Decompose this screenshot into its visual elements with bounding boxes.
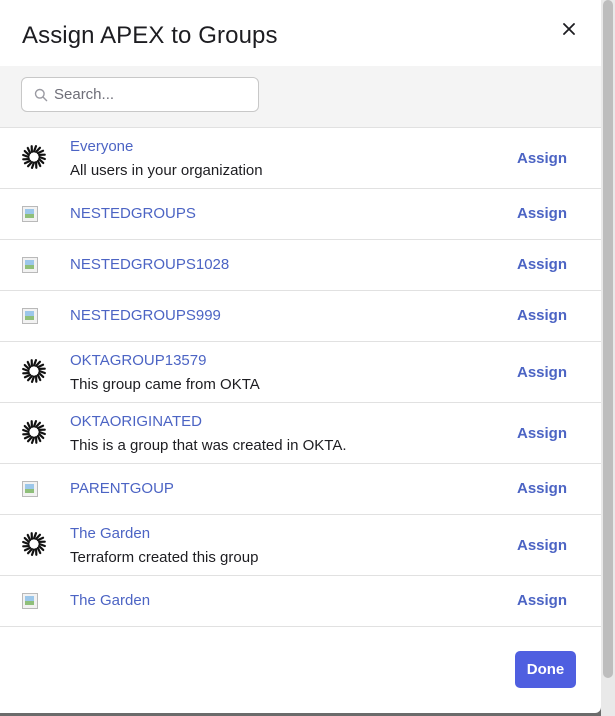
okta-sunburst-icon <box>22 145 46 174</box>
assign-button[interactable]: Assign <box>517 205 567 222</box>
group-row: NESTEDGROUPS1028 Assign <box>0 240 601 291</box>
group-row: NESTEDGROUPS Assign <box>0 189 601 240</box>
assign-button[interactable]: Assign <box>517 256 567 273</box>
group-name-link[interactable]: Everyone <box>70 138 133 155</box>
search-box[interactable] <box>21 77 259 112</box>
group-row: OKTAORIGINATED This is a group that was c… <box>0 403 601 464</box>
group-name-link[interactable]: NESTEDGROUPS1028 <box>70 256 229 273</box>
group-name-link[interactable]: OKTAGROUP13579 <box>70 352 206 369</box>
dialog-title: Assign APEX to Groups <box>22 22 278 49</box>
group-row: The Garden Terraform created this group As… <box>0 515 601 576</box>
scrollbar-thumb[interactable] <box>603 0 613 678</box>
assign-groups-dialog: Assign APEX to Groups Everyone All users … <box>0 0 601 713</box>
group-description: Terraform created this group <box>70 549 259 566</box>
group-name-link[interactable]: PARENTGOUP <box>70 480 174 497</box>
search-band <box>0 66 601 128</box>
group-name-link[interactable]: The Garden <box>70 592 150 609</box>
assign-button[interactable]: Assign <box>517 425 567 442</box>
group-row: NESTEDGROUPS999 Assign <box>0 291 601 342</box>
group-description: All users in your organization <box>70 162 263 179</box>
done-button[interactable]: Done <box>515 651 576 688</box>
broken-image-icon <box>22 481 38 497</box>
assign-button[interactable]: Assign <box>517 480 567 497</box>
group-row: OKTAGROUP13579 This group came from OKTA A… <box>0 342 601 403</box>
assign-button[interactable]: Assign <box>517 307 567 324</box>
group-list: Everyone All users in your organization As… <box>0 128 601 627</box>
okta-sunburst-icon <box>22 359 46 388</box>
close-button[interactable] <box>558 18 580 40</box>
dialog-header: Assign APEX to Groups <box>0 0 601 66</box>
group-name-link[interactable]: NESTEDGROUPS <box>70 205 196 222</box>
broken-image-icon <box>22 593 38 609</box>
assign-button[interactable]: Assign <box>517 592 567 609</box>
group-row: PARENTGOUP Assign <box>0 464 601 515</box>
group-row: The Garden Assign <box>0 576 601 627</box>
search-icon <box>34 88 48 102</box>
broken-image-icon <box>22 308 38 324</box>
okta-sunburst-icon <box>22 420 46 449</box>
group-name-link[interactable]: The Garden <box>70 525 150 542</box>
group-description: This group came from OKTA <box>70 376 260 393</box>
broken-image-icon <box>22 257 38 273</box>
group-description: This is a group that was created in OKTA… <box>70 437 347 454</box>
group-name-link[interactable]: NESTEDGROUPS999 <box>70 307 221 324</box>
assign-button[interactable]: Assign <box>517 364 567 381</box>
group-row: Everyone All users in your organization As… <box>0 128 601 189</box>
okta-sunburst-icon <box>22 532 46 561</box>
close-icon <box>563 23 575 35</box>
search-input[interactable] <box>54 79 254 110</box>
assign-button[interactable]: Assign <box>517 537 567 554</box>
group-name-link[interactable]: OKTAORIGINATED <box>70 413 202 430</box>
broken-image-icon <box>22 206 38 222</box>
assign-button[interactable]: Assign <box>517 150 567 167</box>
